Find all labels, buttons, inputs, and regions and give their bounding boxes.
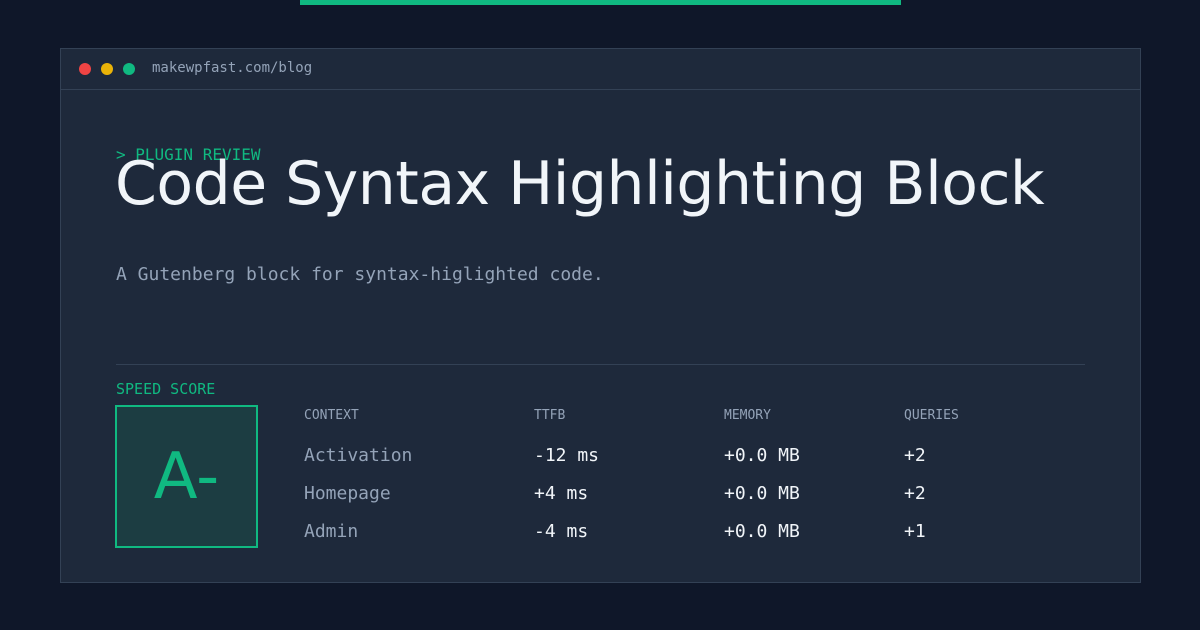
url-text: makewpfast.com/blog	[152, 60, 313, 76]
page-title: Code Syntax Highlighting Block	[115, 149, 1045, 219]
maximize-dot-icon[interactable]	[123, 63, 135, 75]
top-accent-bar	[300, 0, 901, 5]
row-ttfb-cell: -12 ms	[534, 445, 600, 466]
speed-score-label: SPEED SCORE	[116, 380, 216, 398]
page-subtitle: A Gutenberg block for syntax-higlighted …	[116, 264, 604, 285]
section-divider	[116, 364, 1085, 365]
grade-value: A-	[153, 439, 220, 514]
row-memory-cell: +0.0 MB	[724, 521, 800, 542]
row-context-cell: Activation	[304, 445, 413, 466]
row-context-cell: Admin	[304, 521, 359, 542]
row-queries-cell: +2	[904, 483, 926, 504]
row-queries-cell: +2	[904, 445, 926, 466]
minimize-dot-icon[interactable]	[101, 63, 113, 75]
row-ttfb-cell: -4 ms	[534, 521, 589, 542]
close-dot-icon[interactable]	[79, 63, 91, 75]
column-header-context: CONTEXT	[304, 408, 359, 423]
row-context-cell: Homepage	[304, 483, 391, 504]
window-titlebar: makewpfast.com/blog	[61, 49, 1140, 90]
browser-window: makewpfast.com/blog > PLUGIN REVIEW Code…	[60, 48, 1141, 583]
grade-badge: A-	[115, 405, 258, 548]
row-ttfb-cell: +4 ms	[534, 483, 589, 504]
column-header-ttfb: TTFB	[534, 408, 566, 423]
row-memory-cell: +0.0 MB	[724, 483, 800, 504]
row-queries-cell: +1	[904, 521, 926, 542]
row-memory-cell: +0.0 MB	[724, 445, 800, 466]
column-header-queries: QUERIES	[904, 408, 959, 423]
column-header-memory: MEMORY	[724, 408, 771, 423]
